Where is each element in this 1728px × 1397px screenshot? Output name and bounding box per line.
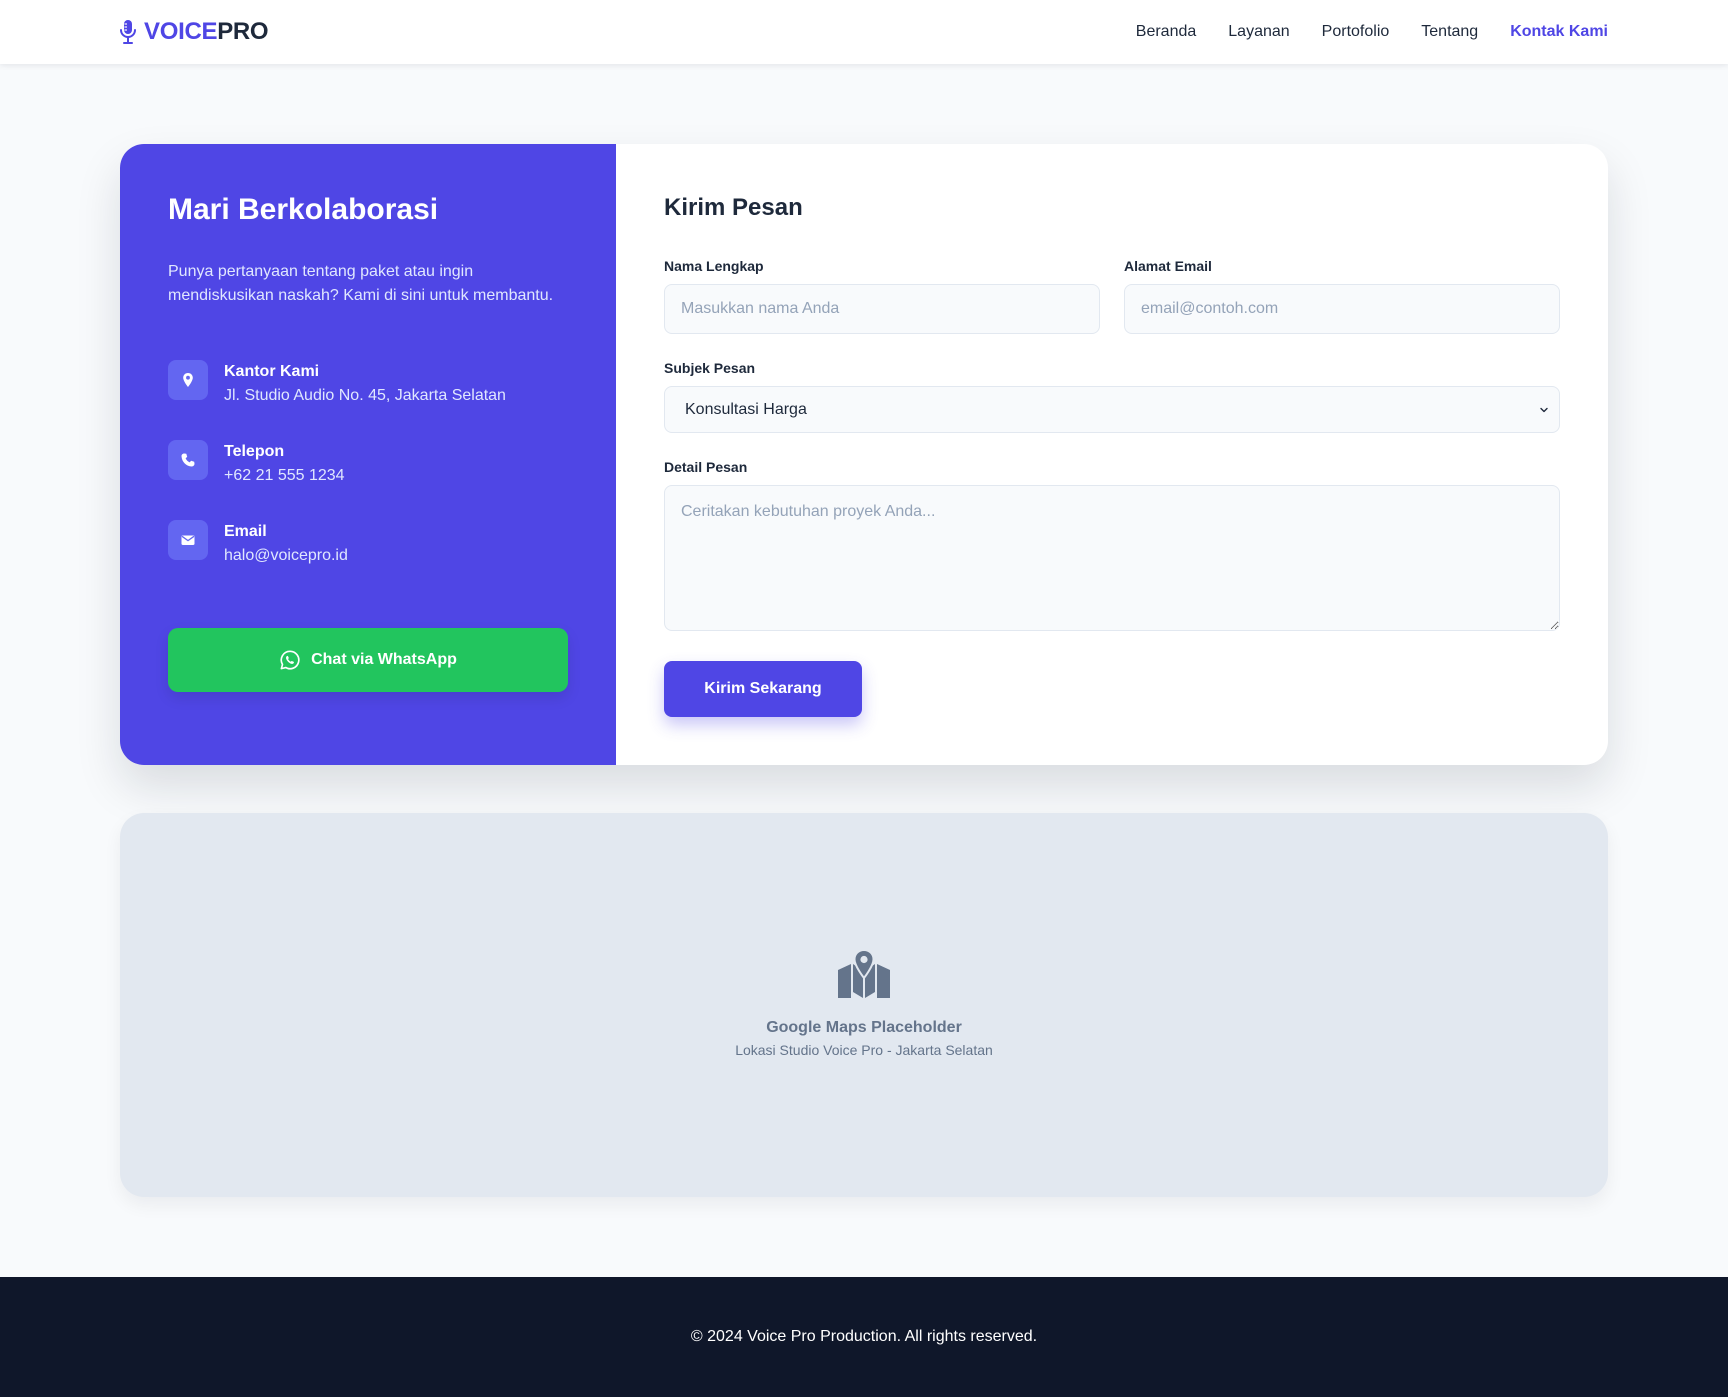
site-header: VOICEPRO Beranda Layanan Portofolio Tent… xyxy=(0,0,1728,64)
contact-panel-description: Punya pertanyaan tentang paket atau ingi… xyxy=(168,263,554,304)
brand-logo[interactable]: VOICEPRO xyxy=(118,18,269,46)
brand-name: VOICEPRO xyxy=(144,18,269,46)
contact-item-phone: Telepon +62 21 555 1234 xyxy=(168,440,345,488)
subject-field-label: Subjek Pesan xyxy=(664,360,756,376)
envelope-icon xyxy=(168,520,208,560)
whatsapp-icon xyxy=(280,650,300,670)
contact-item-title: Kantor Kami xyxy=(224,363,320,380)
contact-item-office-text: Kantor Kami Jl. Studio Audio No. 45, Jak… xyxy=(224,360,506,408)
contact-item-office: Kantor Kami Jl. Studio Audio No. 45, Jak… xyxy=(168,360,506,408)
email-input[interactable] xyxy=(1124,284,1560,334)
contact-info-panel: Mari Berkolaborasi Punya pertanyaan tent… xyxy=(120,144,616,765)
subject-selected-value: Konsultasi Harga xyxy=(685,400,807,418)
map-location-icon xyxy=(838,949,890,998)
site-footer: © 2024 Voice Pro Production. All rights … xyxy=(0,1277,1728,1397)
message-field-label: Detail Pesan xyxy=(664,459,748,475)
name-input[interactable] xyxy=(664,284,1100,334)
footer-copyright: © 2024 Voice Pro Production. All rights … xyxy=(690,1328,1038,1345)
whatsapp-button-label: Chat via WhatsApp xyxy=(311,651,457,668)
contact-item-phone-text: Telepon +62 21 555 1234 xyxy=(224,440,345,488)
brand-name-secondary: PRO xyxy=(217,18,269,45)
submit-button[interactable]: Kirim Sekarang xyxy=(664,661,862,717)
contact-item-title: Telepon xyxy=(224,443,285,460)
contact-form-panel: Kirim Pesan Nama Lengkap Alamat Email Su… xyxy=(616,144,1608,765)
email-field-label: Alamat Email xyxy=(1124,258,1212,274)
contact-card: Mari Berkolaborasi Punya pertanyaan tent… xyxy=(120,144,1608,765)
form-title: Kirim Pesan xyxy=(664,194,803,221)
contact-item-title: Email xyxy=(224,523,267,540)
contact-item-value: Jl. Studio Audio No. 45, Jakarta Selatan xyxy=(224,387,506,404)
nav-link-portofolio[interactable]: Portofolio xyxy=(1322,20,1390,44)
phone-icon xyxy=(168,440,208,480)
whatsapp-chat-button[interactable]: Chat via WhatsApp xyxy=(168,628,568,692)
contact-item-value: +62 21 555 1234 xyxy=(224,467,345,484)
map-title: Google Maps Placeholder xyxy=(766,1019,962,1036)
nav-link-layanan[interactable]: Layanan xyxy=(1228,20,1289,44)
chevron-down-icon xyxy=(1540,407,1548,413)
map-placeholder[interactable]: Google Maps Placeholder Lokasi Studio Vo… xyxy=(120,813,1608,1197)
nav-link-beranda[interactable]: Beranda xyxy=(1136,20,1197,44)
message-textarea[interactable] xyxy=(664,485,1560,631)
contact-panel-title: Mari Berkolaborasi xyxy=(168,193,439,226)
map-subtitle: Lokasi Studio Voice Pro - Jakarta Selata… xyxy=(735,1042,993,1058)
microphone-icon xyxy=(120,20,136,44)
nav-link-tentang[interactable]: Tentang xyxy=(1421,20,1478,44)
subject-select[interactable]: Konsultasi Harga xyxy=(664,386,1560,433)
contact-item-value: halo@voicepro.id xyxy=(224,547,348,564)
contact-item-email-text: Email halo@voicepro.id xyxy=(224,520,348,568)
name-field-label: Nama Lengkap xyxy=(664,258,764,274)
nav-link-kontak-kami[interactable]: Kontak Kami xyxy=(1510,20,1608,44)
map-pin-icon xyxy=(168,360,208,400)
brand-name-primary: VOICE xyxy=(144,18,218,45)
main-nav: Beranda Layanan Portofolio Tentang Konta… xyxy=(1136,20,1608,44)
contact-item-email: Email halo@voicepro.id xyxy=(168,520,348,568)
